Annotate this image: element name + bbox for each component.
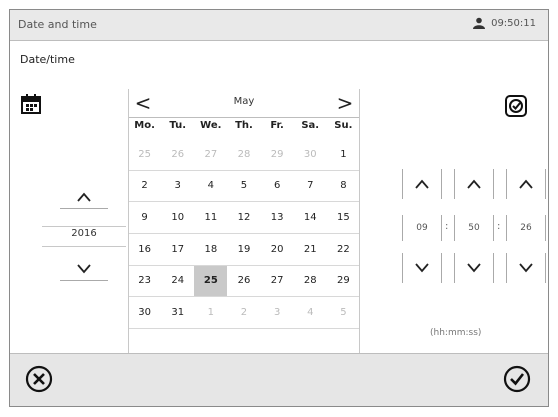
section-title: Date/time <box>20 53 75 66</box>
year-value: 2016 <box>71 228 97 239</box>
hour-value: 09 <box>402 215 442 241</box>
status-time: 09:50:11 <box>491 17 536 29</box>
calendar-day-cell[interactable]: 6 <box>260 171 294 203</box>
calendar-day-cell[interactable]: 20 <box>260 234 294 266</box>
calendar-day-cell[interactable]: 28 <box>227 139 261 171</box>
hour-up-button[interactable] <box>402 169 442 199</box>
year-selector: 2016 <box>42 186 126 298</box>
calendar-day-cell[interactable]: 17 <box>161 234 195 266</box>
window-title: Date and time <box>18 18 97 31</box>
weekday-label: Mo. <box>134 120 155 131</box>
calendar-day-cell[interactable]: 14 <box>293 202 327 234</box>
calendar-day-cell[interactable]: 5 <box>326 297 360 329</box>
month-navigation: < May > <box>128 89 360 117</box>
minute-value: 50 <box>454 215 494 241</box>
calendar-day-cell[interactable]: 1 <box>326 139 360 171</box>
minute-up-button[interactable] <box>454 169 494 199</box>
calendar-day-cell[interactable]: 31 <box>161 297 195 329</box>
calendar: < May > Mo. Tu. We. Th. Fr. Sa. Su. 25 26… <box>128 89 360 369</box>
time-selector: 09 : 50 : 26 <box>402 169 546 289</box>
year-down-button[interactable] <box>60 258 108 281</box>
calendar-day-cell[interactable]: 16 <box>128 234 162 266</box>
weekday-header: Mo. Tu. We. Th. Fr. Sa. Su. <box>128 120 360 136</box>
calendar-icon[interactable] <box>20 93 42 115</box>
calendar-day-cell[interactable]: 27 <box>260 266 294 298</box>
calendar-day-cell[interactable]: 8 <box>326 171 360 203</box>
calendar-day-cell[interactable]: 21 <box>293 234 327 266</box>
weekday-label: Tu. <box>169 120 186 131</box>
user-icon <box>472 17 486 29</box>
calendar-day-cell[interactable]: 11 <box>194 202 228 234</box>
date-time-window: Date and time 09:50:11 Date/time < May >… <box>9 9 549 407</box>
calendar-day-cell[interactable]: 4 <box>194 171 228 203</box>
weekday-label: We. <box>200 120 222 131</box>
calendar-day-cell[interactable]: 19 <box>227 234 261 266</box>
calendar-day-cell[interactable]: 26 <box>227 266 261 298</box>
time-separator: : <box>497 221 501 232</box>
clock-check-icon[interactable] <box>505 95 527 117</box>
calendar-day-cell[interactable]: 18 <box>194 234 228 266</box>
calendar-day-cell[interactable]: 29 <box>260 139 294 171</box>
calendar-day-cell[interactable]: 23 <box>128 266 162 298</box>
next-month-button[interactable]: > <box>330 89 360 117</box>
second-value: 26 <box>506 215 546 241</box>
calendar-day-cell[interactable]: 30 <box>128 297 162 329</box>
second-up-button[interactable] <box>506 169 546 199</box>
calendar-day-cell[interactable]: 9 <box>128 202 162 234</box>
day-grid: 25 26 27 28 29 30 1 2 3 4 5 6 7 8 9 10 11 12 13 14 15 16 17 18 1… <box>128 139 360 329</box>
calendar-day-cell[interactable]: 3 <box>161 171 195 203</box>
hour-down-button[interactable] <box>402 253 442 283</box>
year-up-button[interactable] <box>60 186 108 209</box>
calendar-day-cell[interactable]: 2 <box>227 297 261 329</box>
calendar-day-cell[interactable]: 26 <box>161 139 195 171</box>
calendar-day-cell[interactable]: 27 <box>194 139 228 171</box>
calendar-day-cell[interactable]: 22 <box>326 234 360 266</box>
calendar-day-cell[interactable]: 24 <box>161 266 195 298</box>
calendar-day-cell[interactable]: 12 <box>227 202 261 234</box>
time-format-hint: (hh:mm:ss) <box>430 328 482 338</box>
calendar-day-cell[interactable]: 10 <box>161 202 195 234</box>
second-down-button[interactable] <box>506 253 546 283</box>
content-area: Date/time < May > Mo. Tu. We. Th. Fr. Sa… <box>10 41 548 369</box>
calendar-day-cell[interactable]: 13 <box>260 202 294 234</box>
time-separator: : <box>445 221 449 232</box>
weekday-label: Sa. <box>301 120 320 131</box>
confirm-check-icon[interactable] <box>502 364 532 394</box>
calendar-day-cell[interactable]: 15 <box>326 202 360 234</box>
month-label: May <box>233 96 255 107</box>
calendar-day-cell[interactable]: 28 <box>293 266 327 298</box>
weekday-label: Th. <box>235 120 253 131</box>
bottom-bar <box>10 353 548 406</box>
status-area: 09:50:11 <box>472 17 536 29</box>
calendar-day-cell[interactable]: 25 <box>194 265 228 298</box>
calendar-day-cell[interactable]: 30 <box>293 139 327 171</box>
calendar-day-cell[interactable]: 5 <box>227 171 261 203</box>
calendar-day-cell[interactable]: 25 <box>128 139 162 171</box>
calendar-day-cell[interactable]: 29 <box>326 266 360 298</box>
calendar-day-cell[interactable]: 4 <box>293 297 327 329</box>
weekday-label: Fr. <box>270 120 284 131</box>
title-bar: Date and time 09:50:11 <box>10 10 548 41</box>
calendar-day-cell[interactable]: 3 <box>260 297 294 329</box>
cancel-x-icon[interactable] <box>24 364 54 394</box>
calendar-day-cell[interactable]: 1 <box>194 297 228 329</box>
calendar-day-cell[interactable]: 2 <box>128 171 162 203</box>
weekday-label: Su. <box>334 120 353 131</box>
prev-month-button[interactable]: < <box>128 89 158 117</box>
minute-down-button[interactable] <box>454 253 494 283</box>
calendar-day-cell[interactable]: 7 <box>293 171 327 203</box>
